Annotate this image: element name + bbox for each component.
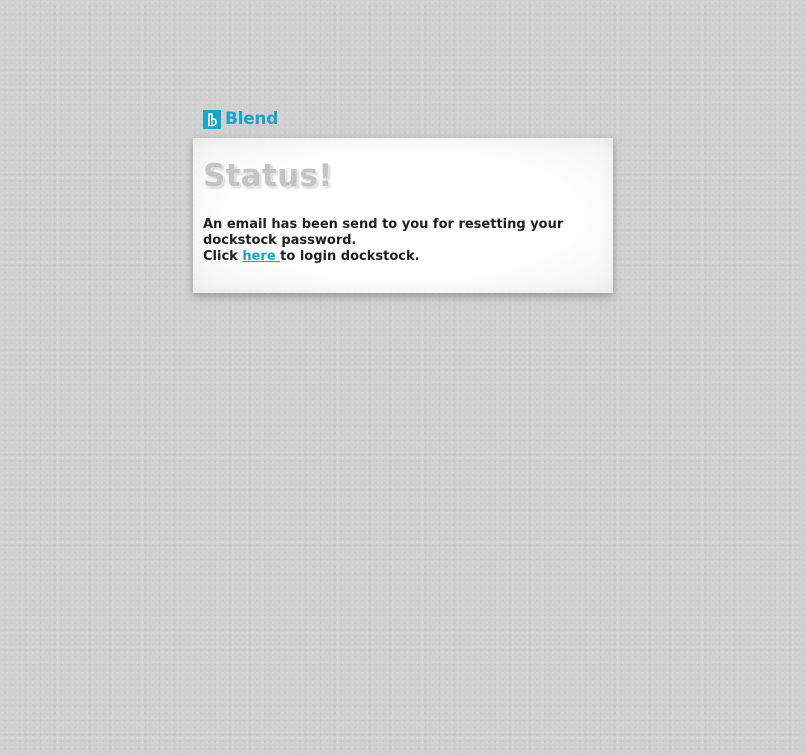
click-prefix: Click: [203, 249, 243, 264]
login-link[interactable]: here: [242, 249, 280, 264]
page-title: Status!: [203, 158, 333, 194]
status-message: An email has been send to you for resett…: [203, 217, 603, 265]
status-panel: Status! An email has been send to you fo…: [193, 138, 613, 293]
login-line: Click here to login dockstock.: [203, 249, 603, 265]
brand-logo: Blend: [203, 109, 278, 129]
brand-name: Blend: [225, 109, 279, 129]
blend-logo-icon: [203, 109, 221, 129]
message-line: An email has been send to you for resett…: [203, 217, 564, 248]
click-suffix: to login dockstock.: [280, 249, 420, 264]
